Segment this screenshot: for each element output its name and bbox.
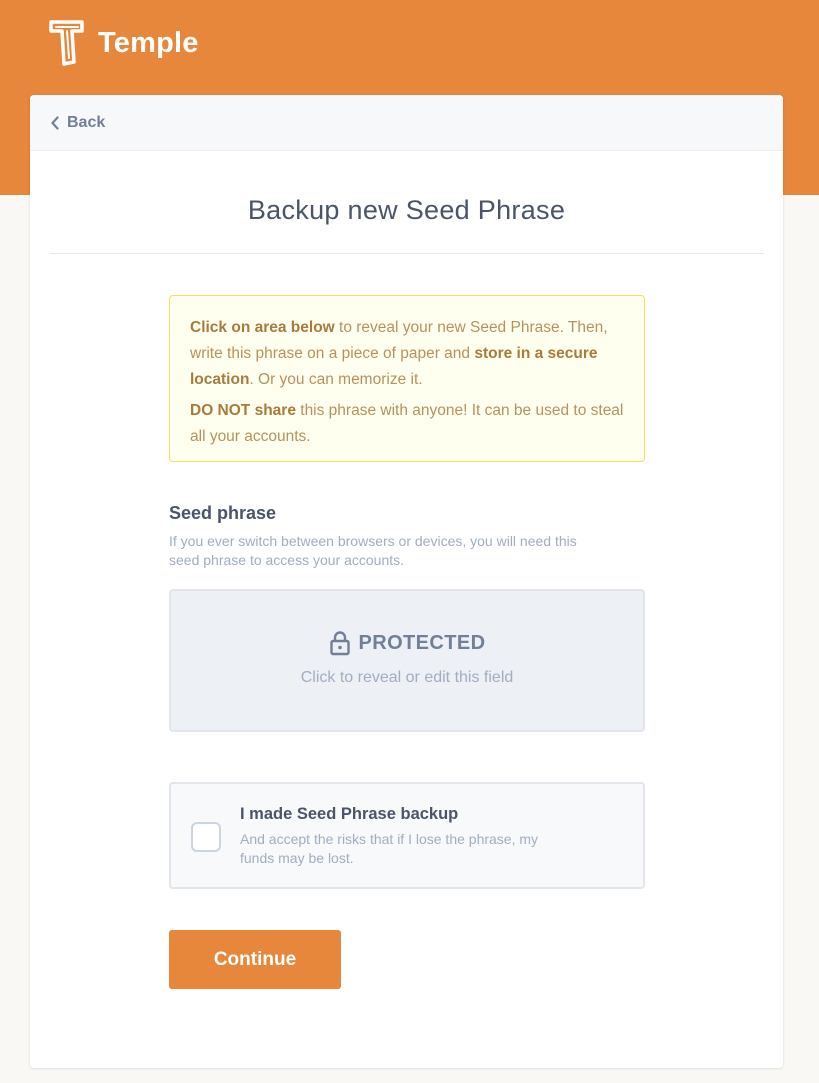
- continue-button[interactable]: Continue: [169, 930, 341, 989]
- notice-paragraph-2: DO NOT share this phrase with anyone! It…: [190, 398, 624, 450]
- back-button[interactable]: Back: [50, 114, 105, 132]
- title-divider: [50, 253, 764, 254]
- page-title: Backup new Seed Phrase: [247, 195, 566, 225]
- backup-confirm-title: I made Seed Phrase backup: [240, 805, 459, 823]
- card-header: Back: [30, 95, 783, 151]
- notice-text-2: . Or you can memorize it.: [249, 371, 423, 388]
- backup-confirm-description: And accept the risks that if I lose the …: [240, 831, 539, 866]
- protected-label: PROTECTED: [358, 631, 486, 654]
- notice-bold-1: Click on area below: [190, 319, 335, 336]
- seed-phrase-protected-field[interactable]: PROTECTED Click to reveal or edit this f…: [169, 589, 645, 732]
- protected-hint: Click to reveal or edit this field: [300, 669, 514, 686]
- notice-bold-3: DO NOT share: [190, 402, 296, 419]
- temple-logo-icon: [49, 20, 84, 66]
- backup-confirm-checkbox[interactable]: [191, 822, 221, 852]
- seed-phrase-description: If you ever switch between browsers or d…: [169, 533, 577, 568]
- notice-paragraph-1: Click on area below to reveal your new S…: [190, 315, 624, 393]
- lock-icon: [329, 631, 350, 656]
- back-label: Back: [67, 113, 106, 131]
- protected-row: PROTECTED: [171, 630, 643, 656]
- brand: Temple: [48, 16, 199, 70]
- warning-notice: Click on area below to reveal your new S…: [169, 295, 645, 462]
- chevron-left-icon: [51, 115, 59, 130]
- backup-confirm-checkbox-card[interactable]: I made Seed Phrase backup And accept the…: [169, 782, 645, 889]
- seed-phrase-label: Seed phrase: [169, 503, 277, 523]
- brand-name: Temple: [98, 26, 199, 59]
- backup-card: Back Backup new Seed Phrase Click on are…: [30, 95, 783, 1068]
